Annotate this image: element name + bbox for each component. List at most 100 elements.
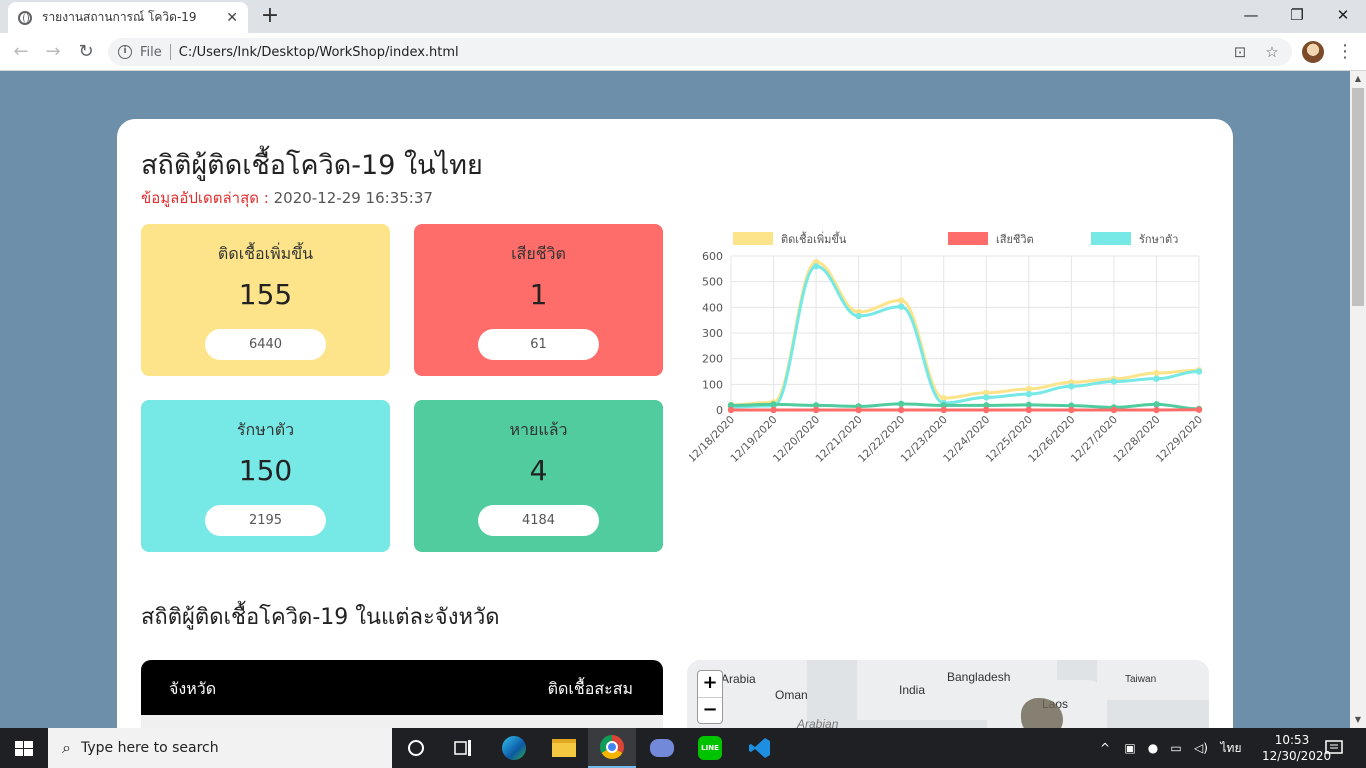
scroll-up-icon[interactable]: ▲ — [1350, 71, 1366, 87]
address-bar[interactable]: i File C:/Users/Ink/Desktop/WorkShop/ind… — [108, 38, 1292, 66]
data-point — [1195, 368, 1203, 375]
daily-cases-line-chart: ติดเชื้อเพิ่มขึ้นเสียชีวิตรักษาตัวหายแล้… — [689, 231, 1205, 465]
profile-avatar[interactable] — [1302, 41, 1324, 63]
stat-total: 2195 — [205, 505, 326, 536]
line-app-icon[interactable]: LINE — [686, 728, 734, 768]
legend-label: รักษาตัว — [1139, 233, 1178, 246]
data-point — [983, 406, 990, 414]
data-point — [940, 406, 947, 414]
task-view-icon[interactable] — [440, 728, 488, 768]
file-explorer-icon[interactable] — [540, 728, 588, 768]
map-label: Arabian — [797, 717, 839, 728]
data-point — [770, 406, 777, 414]
close-window-button[interactable]: ✕ — [1320, 0, 1366, 33]
col-province-header[interactable]: จังหวัด — [169, 677, 216, 702]
back-icon[interactable]: ← — [8, 39, 34, 65]
data-point — [1153, 375, 1160, 382]
zoom-out-button[interactable]: − — [698, 697, 722, 723]
series-line — [730, 260, 1200, 407]
system-clock[interactable]: 10:53 12/30/2020 — [1262, 732, 1332, 764]
zoom-in-button[interactable]: + — [698, 671, 722, 697]
language-indicator[interactable]: ไทย — [1218, 728, 1244, 768]
y-tick-label: 0 — [716, 404, 723, 417]
globe-icon — [18, 10, 32, 25]
data-point — [1195, 406, 1203, 413]
tray-chevron-icon[interactable]: ^ — [1096, 728, 1114, 768]
stat-value: 1 — [529, 278, 548, 311]
clock-time: 10:53 — [1274, 733, 1310, 747]
address-separator — [169, 44, 171, 60]
data-point — [1110, 378, 1118, 385]
new-tab-button[interactable]: + — [258, 4, 282, 28]
series-line — [730, 264, 1200, 409]
discord-icon[interactable] — [638, 728, 686, 768]
vscode-icon[interactable] — [736, 728, 784, 768]
browser-menu-icon[interactable]: ⋮ — [1336, 38, 1354, 66]
stat-card-hospitalized: รักษาตัว 150 2195 — [141, 400, 390, 552]
camera-icon[interactable]: ▣ — [1120, 728, 1140, 768]
tab-close-icon[interactable]: ✕ — [226, 10, 238, 26]
data-point — [855, 312, 862, 320]
map-label: Bangladesh — [947, 670, 1011, 684]
data-point — [983, 394, 990, 401]
chrome-icon[interactable] — [588, 728, 636, 768]
cortana-icon[interactable] — [392, 728, 440, 768]
scroll-down-icon[interactable]: ▼ — [1350, 712, 1366, 728]
legend-label: เสียชีวิต — [996, 233, 1034, 246]
section-title: สถิติผู้ติดเชื้อโควิด-19 ในแต่ละจังหวัด — [141, 605, 500, 630]
map-zoom-control: + − — [697, 670, 723, 724]
minimize-button[interactable]: — — [1228, 0, 1274, 33]
page-scrollbar[interactable]: ▲ ▼ — [1350, 71, 1366, 728]
data-point — [897, 303, 905, 310]
stat-total: 4184 — [478, 505, 599, 536]
notification-icon[interactable] — [1322, 728, 1346, 768]
y-tick-label: 300 — [702, 327, 723, 340]
data-point — [897, 400, 905, 408]
url-text[interactable]: C:/Users/Ink/Desktop/WorkShop/index.html — [179, 45, 459, 60]
map-label: Arabia — [721, 672, 756, 686]
legend-swatch — [1091, 232, 1131, 245]
y-tick-label: 600 — [702, 250, 723, 263]
stat-value: 4 — [529, 454, 548, 487]
update-label: ข้อมูลอัปเดตล่าสุด : — [141, 189, 269, 207]
network-icon[interactable]: ▭ — [1166, 728, 1186, 768]
stat-card-deaths: เสียชีวิต 1 61 — [414, 224, 663, 376]
browser-tab[interactable]: รายงานสถานการณ์ โควิด-19 ✕ — [8, 2, 248, 33]
stat-label: ติดเชื้อเพิ่มขึ้น — [217, 244, 314, 263]
edge-icon[interactable] — [490, 728, 538, 768]
province-table-header: จังหวัด ติดเชื้อสะสม — [141, 660, 663, 715]
reload-icon[interactable]: ↻ — [73, 39, 99, 65]
data-point — [727, 406, 735, 414]
taskbar-search[interactable]: ⌕ Type here to search — [48, 728, 392, 768]
windows-start-button[interactable] — [0, 728, 48, 768]
data-point — [897, 406, 905, 414]
forward-icon[interactable]: → — [40, 39, 66, 65]
last-update: ข้อมูลอัปเดตล่าสุด : 2020-12-29 16:35:37 — [141, 186, 433, 210]
legend-swatch — [948, 232, 988, 245]
stat-label: หายแล้ว — [509, 420, 568, 439]
data-point — [855, 406, 862, 414]
col-cumulative-header[interactable]: ติดเชื้อสะสม — [548, 677, 633, 702]
stat-card-recovered: หายแล้ว 4 4184 — [414, 400, 663, 552]
data-point — [1153, 401, 1160, 408]
info-icon[interactable]: i — [118, 45, 132, 59]
stat-value: 150 — [238, 454, 293, 487]
tab-title: รายงานสถานการณ์ โควิด-19 — [42, 10, 197, 24]
volume-icon[interactable]: ◁) — [1190, 728, 1212, 768]
translate-icon[interactable]: ⊡ — [1229, 41, 1251, 63]
province-table-body[interactable] — [141, 715, 663, 728]
data-point — [812, 263, 820, 270]
scroll-thumb[interactable] — [1352, 88, 1364, 306]
windows-taskbar: ⌕ Type here to search LINE ^ ▣ ● ▭ ◁) ไท… — [0, 728, 1366, 768]
page-viewport: สถิติผู้ติดเชื้อโควิด-19 ในไทย ข้อมูลอัป… — [0, 71, 1350, 728]
stat-value: 155 — [238, 278, 293, 311]
maximize-button[interactable]: ❐ — [1274, 0, 1320, 33]
data-point — [1025, 390, 1033, 398]
data-point — [1068, 383, 1075, 390]
microphone-icon[interactable]: ● — [1144, 728, 1162, 768]
province-map[interactable]: Arabia Oman India Bangladesh Taiwan Laos… — [687, 660, 1209, 728]
clock-date: 12/30/2020 — [1262, 749, 1332, 763]
page-title: สถิติผู้ติดเชื้อโควิด-19 ในไทย — [141, 150, 483, 181]
search-placeholder: Type here to search — [80, 740, 219, 756]
bookmark-star-icon[interactable]: ☆ — [1261, 41, 1283, 63]
